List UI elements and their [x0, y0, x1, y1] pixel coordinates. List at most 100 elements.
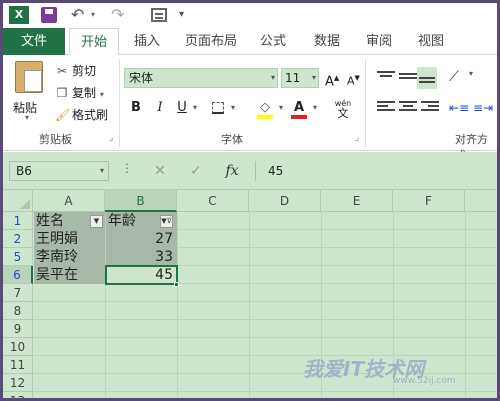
fill-handle[interactable] — [174, 282, 179, 287]
shrink-font-label: A — [347, 74, 355, 88]
name-box[interactable]: B6 ▾ — [9, 161, 109, 181]
font-color-button[interactable]: A — [291, 98, 307, 119]
gridline — [33, 391, 497, 392]
row-header-8[interactable]: 8 — [3, 302, 33, 320]
column-header-d[interactable]: D — [249, 190, 321, 212]
bold-button[interactable]: B — [129, 98, 143, 118]
row-header-1[interactable]: 1 — [3, 212, 33, 230]
save-icon[interactable] — [41, 7, 57, 23]
copy-dropdown-icon[interactable]: ▾ — [100, 90, 104, 99]
row-header-13[interactable]: 13 — [3, 392, 33, 398]
bottom-align-icon[interactable] — [417, 67, 437, 89]
ribbon-tabs: 文件 开始 插入 页面布局 公式 数据 审阅 视图 — [3, 28, 497, 56]
grow-font-button[interactable]: A▲ — [325, 68, 339, 89]
borders-dropdown-icon[interactable]: ▾ — [229, 98, 237, 118]
tab-review[interactable]: 审阅 — [361, 28, 397, 55]
paste-icon[interactable] — [15, 61, 43, 93]
column-header-e[interactable]: E — [321, 190, 393, 212]
font-name-value: 宋体 — [129, 71, 154, 85]
tab-home[interactable]: 开始 — [69, 28, 119, 56]
middle-align-icon[interactable] — [399, 73, 417, 87]
filter-active-icon[interactable]: ▼⊽ — [160, 215, 173, 228]
column-header-a[interactable]: A — [33, 190, 105, 212]
fill-color-bar — [257, 115, 273, 119]
align-center-icon[interactable] — [399, 101, 417, 115]
quick-access-toolbar: X ↶ ▾ ↷ ▾ — [3, 3, 497, 28]
format-painter-button[interactable]: 🖌 格式刷 — [55, 105, 108, 125]
filter-dropdown-icon[interactable]: ▼ — [90, 215, 103, 228]
column-header-f[interactable]: F — [393, 190, 465, 212]
cell-a5[interactable]: 李南玲 — [34, 248, 105, 266]
redo-icon[interactable]: ↷ — [111, 6, 129, 24]
column-header-b[interactable]: B — [105, 190, 177, 212]
paste-dropdown-icon[interactable]: ▾ — [25, 113, 29, 122]
name-box-dropdown-icon[interactable]: ▾ — [100, 162, 104, 180]
watermark-url: www.52ij.com — [393, 376, 456, 386]
confirm-entry-button[interactable]: ✓ — [185, 161, 207, 181]
formula-bar-resize-handle[interactable]: ⋮ — [121, 161, 133, 175]
row-header-7[interactable]: 7 — [3, 284, 33, 302]
tab-formulas[interactable]: 公式 — [255, 28, 291, 55]
undo-icon[interactable]: ↶ — [71, 6, 89, 24]
clipboard-launcher-icon[interactable]: ⌟ — [109, 133, 113, 143]
borders-button[interactable] — [209, 98, 227, 118]
row-header-10[interactable]: 10 — [3, 338, 33, 356]
copy-label: 复制 — [72, 86, 97, 100]
font-size-combobox[interactable]: 11 ▾ — [281, 68, 319, 88]
tab-insert[interactable]: 插入 — [129, 28, 165, 55]
decrease-indent-icon[interactable]: ⇤≡ — [449, 101, 469, 115]
tab-page-layout[interactable]: 页面布局 — [181, 28, 241, 55]
cell-a1[interactable]: 姓名 ▼ — [34, 212, 105, 230]
font-size-dropdown-icon[interactable]: ▾ — [312, 69, 316, 87]
row-header-2[interactable]: 2 — [3, 230, 33, 248]
select-all-button[interactable] — [3, 190, 33, 212]
row-header-6[interactable]: 6 — [3, 266, 33, 284]
italic-button[interactable]: I — [153, 98, 167, 118]
gridline — [465, 212, 466, 398]
copy-button[interactable]: ❐ 复制 ▾ — [55, 83, 104, 103]
font-launcher-icon[interactable]: ⌟ — [355, 133, 359, 143]
cell-a2[interactable]: 王明娟 — [34, 230, 105, 248]
cell-b1[interactable]: 年龄 ▼⊽ — [106, 212, 177, 230]
font-name-dropdown-icon[interactable]: ▾ — [271, 69, 275, 87]
row-header-5[interactable]: 5 — [3, 248, 33, 266]
tab-file[interactable]: 文件 — [3, 28, 65, 55]
insert-function-button[interactable]: fx — [221, 161, 243, 181]
font-color-bar — [291, 115, 307, 119]
column-header-g[interactable] — [465, 190, 497, 212]
undo-dropdown-icon[interactable]: ▾ — [91, 6, 95, 24]
cell-b2[interactable]: 27 — [106, 230, 177, 248]
column-header-c[interactable]: C — [177, 190, 249, 212]
cell-a6[interactable]: 吴平在 — [34, 266, 105, 284]
cell-b6[interactable]: 45 — [106, 266, 177, 284]
cell-b5[interactable]: 33 — [106, 248, 177, 266]
increase-indent-icon[interactable]: ≡⇥ — [473, 101, 493, 115]
tab-data[interactable]: 数据 — [309, 28, 345, 55]
row-header-9[interactable]: 9 — [3, 320, 33, 338]
formula-input[interactable]: 45 — [255, 161, 497, 181]
tab-view[interactable]: 视图 — [413, 28, 449, 55]
fill-color-dropdown-icon[interactable]: ▾ — [277, 98, 285, 118]
orientation-icon[interactable]: ⟋ — [449, 69, 467, 85]
customize-qat-icon[interactable]: ▾ — [179, 6, 189, 24]
form-icon[interactable] — [151, 8, 167, 22]
excel-logo-icon: X — [9, 6, 29, 24]
orientation-dropdown-icon[interactable]: ▾ — [469, 69, 487, 83]
scissors-icon: ✂ — [56, 64, 68, 78]
row-header-11[interactable]: 11 — [3, 356, 33, 374]
row-header-12[interactable]: 12 — [3, 374, 33, 392]
cancel-entry-button[interactable]: ✕ — [149, 161, 171, 181]
fill-color-button[interactable]: ◇ — [255, 98, 275, 119]
cut-button[interactable]: ✂ 剪切 — [55, 61, 96, 81]
phonetic-button[interactable]: wén 文 — [331, 99, 355, 119]
shrink-font-button[interactable]: A▼ — [347, 68, 360, 88]
align-right-icon[interactable] — [421, 101, 439, 115]
top-align-icon[interactable] — [377, 71, 395, 85]
font-size-value: 11 — [285, 71, 301, 85]
align-left-icon[interactable] — [377, 101, 395, 115]
underline-dropdown-icon[interactable]: ▾ — [191, 98, 199, 118]
underline-button[interactable]: U — [175, 98, 189, 118]
font-name-combobox[interactable]: 宋体 ▾ — [124, 68, 278, 88]
font-color-dropdown-icon[interactable]: ▾ — [311, 98, 319, 118]
brush-icon: 🖌 — [55, 108, 71, 122]
